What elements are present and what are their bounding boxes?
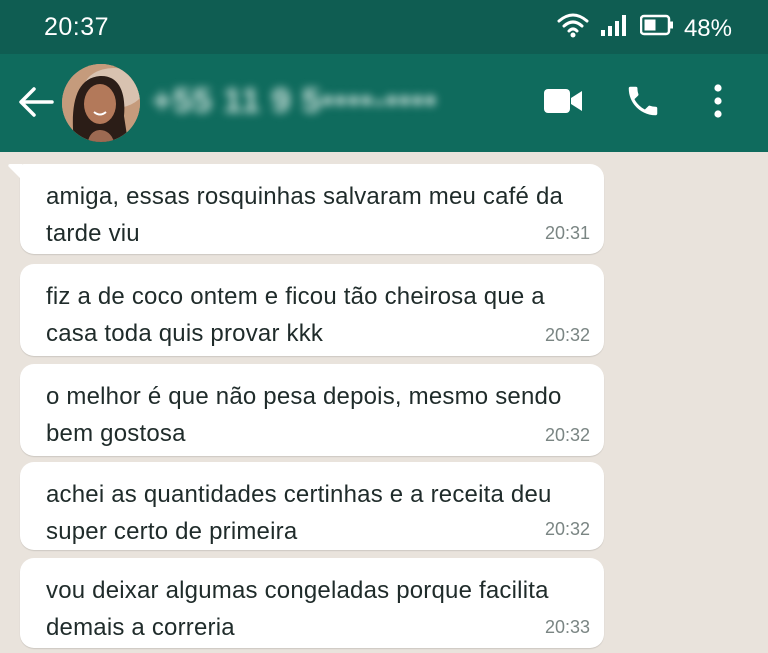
voice-call-button[interactable]: [618, 76, 668, 126]
message-text: amiga, essas rosquinhas salvaram meu caf…: [46, 183, 564, 247]
message-time: 20:33: [544, 617, 590, 637]
message-bubble[interactable]: amiga, essas rosquinhas salvaram meu caf…: [8, 164, 604, 254]
battery-percentage: 48%: [683, 14, 732, 42]
message-text: fiz a de coco ontem e ficou tão cheirosa…: [46, 283, 545, 347]
back-button[interactable]: [14, 80, 58, 124]
contact-avatar[interactable]: [62, 64, 140, 142]
more-options-button[interactable]: [700, 76, 736, 126]
video-call-button[interactable]: [538, 76, 588, 126]
message-text: achei as quantidades certinhas e a recei…: [46, 481, 552, 545]
message-bubble[interactable]: vou deixar algumas congeladas porque fac…: [20, 558, 604, 648]
message-bubble[interactable]: o melhor é que não pesa depois, mesmo se…: [20, 364, 604, 456]
battery-icon: [639, 14, 674, 43]
message-bubble[interactable]: fiz a de coco ontem e ficou tão cheirosa…: [20, 264, 604, 356]
back-arrow-icon: [19, 87, 54, 117]
message-bubble[interactable]: achei as quantidades certinhas e a recei…: [20, 462, 604, 550]
status-icons: 48%: [556, 12, 732, 45]
message-time: 20:32: [544, 519, 590, 539]
wifi-icon: [556, 12, 590, 45]
contact-name[interactable]: +55 11 9 5••••-••••: [152, 82, 437, 121]
bubble-tail: [8, 164, 22, 180]
message-text: o melhor é que não pesa depois, mesmo se…: [46, 383, 562, 447]
message-time: 20:32: [544, 325, 590, 345]
status-time: 20:37: [44, 13, 110, 41]
signal-icon: [600, 13, 630, 44]
video-call-icon: [544, 89, 582, 113]
status-bar: 20:37 48%: [0, 0, 768, 54]
phone-icon: [628, 86, 658, 116]
message-time: 20:32: [544, 425, 590, 445]
message-time: 20:31: [544, 223, 590, 243]
chat-area[interactable]: amiga, essas rosquinhas salvaram meu caf…: [0, 152, 768, 653]
message-text: vou deixar algumas congeladas porque fac…: [46, 577, 549, 641]
more-options-icon: [714, 84, 722, 118]
chat-header: +55 11 9 5••••-••••: [0, 54, 768, 152]
